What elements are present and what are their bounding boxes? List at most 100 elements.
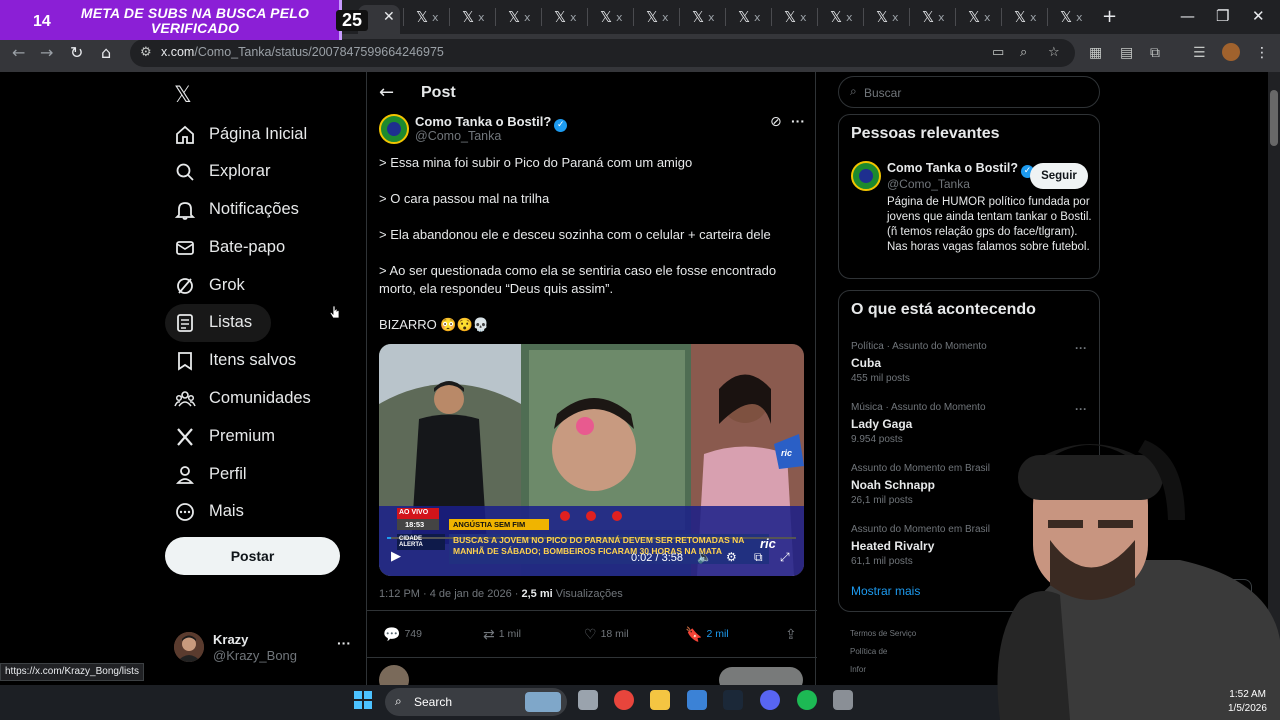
x-tab[interactable]: 𝕏x	[403, 8, 447, 26]
sidebar-item-more-circle[interactable]: Mais	[165, 493, 385, 531]
footer-link[interactable]: Infor	[850, 665, 866, 674]
trend-name[interactable]: Cuba	[851, 356, 881, 370]
sidebar-item-communities[interactable]: Comunidades	[165, 380, 385, 418]
video-player[interactable]: AO VIVO 18:53 ANGÚSTIA SEM FIM CIDADE AL…	[379, 344, 804, 576]
file-explorer-icon[interactable]	[650, 690, 670, 710]
bookmark-button[interactable]: 🔖 2 mil	[685, 627, 729, 643]
relevant-avatar[interactable]	[851, 161, 881, 191]
home-nav-icon[interactable]: ⌂	[101, 43, 111, 62]
tab-close-icon[interactable]: ✕	[383, 9, 395, 25]
post-more-icon[interactable]: ···	[791, 113, 805, 129]
forward-nav-icon[interactable]: →	[40, 43, 53, 62]
taskbar-search[interactable]: ⌕ Search	[385, 688, 567, 716]
x-tab[interactable]: 𝕏x	[955, 8, 999, 26]
browser-menu-icon[interactable]: ⋮	[1255, 45, 1269, 61]
settings-app-icon[interactable]	[833, 690, 853, 710]
reply-submit-button[interactable]	[719, 667, 803, 685]
author-handle[interactable]: @Como_Tanka	[415, 129, 501, 143]
sidebar-item-search[interactable]: Explorar	[165, 153, 385, 191]
discord-icon[interactable]	[760, 690, 780, 710]
trend-name[interactable]: Noah Schnapp	[851, 478, 935, 492]
relevant-name[interactable]: Como Tanka o Bostil? ✓	[887, 161, 1035, 178]
x-tab[interactable]: 𝕏x	[541, 8, 585, 26]
reply-button[interactable]: 💬 749	[383, 627, 422, 643]
search-highlight-icon	[525, 692, 561, 712]
window-close-icon[interactable]: ✕	[1252, 7, 1265, 25]
x-tab[interactable]: 𝕏x	[587, 8, 631, 26]
star-icon[interactable]: ☆	[1048, 45, 1060, 60]
x-tab-label: x	[754, 11, 761, 24]
post-button[interactable]: Postar	[165, 537, 340, 575]
extension-icon[interactable]: ▤	[1120, 45, 1133, 61]
sidebar-item-bookmark[interactable]: Itens salvos	[165, 342, 385, 380]
windows-start-icon[interactable]	[353, 690, 373, 710]
search-input[interactable]: ⌕ Buscar	[838, 76, 1100, 108]
sidebar-item-mail[interactable]: Bate-papo	[165, 229, 385, 267]
x-tab[interactable]: 𝕏x	[725, 8, 769, 26]
extension-icon[interactable]: ▦	[1089, 45, 1102, 61]
store-icon[interactable]	[687, 690, 707, 710]
post-text-line: > Essa mina foi subir o Pico do Paraná c…	[379, 155, 693, 170]
reload-icon[interactable]: ↻	[70, 43, 83, 62]
grok-icon[interactable]: ⊘	[770, 114, 782, 130]
site-info-icon[interactable]: ⚙	[140, 45, 152, 60]
spotify-icon[interactable]	[797, 690, 817, 710]
x-logo[interactable]: 𝕏	[174, 83, 192, 108]
x-tab[interactable]: 𝕏x	[863, 8, 907, 26]
show-more-link[interactable]: Mostrar mais	[851, 584, 920, 598]
fullscreen-icon[interactable]: ⤢	[780, 550, 790, 565]
volume-icon[interactable]: 🔈	[697, 550, 712, 564]
sidebar-item-bell[interactable]: Notificações	[165, 191, 385, 229]
x-tab[interactable]: 𝕏x	[449, 8, 493, 26]
x-tab[interactable]: 𝕏x	[1001, 8, 1045, 26]
chrome-icon[interactable]	[614, 690, 634, 710]
task-view-icon[interactable]	[578, 690, 598, 710]
settings-icon[interactable]: ⚙	[726, 550, 737, 564]
back-arrow-icon[interactable]: ←	[379, 82, 394, 103]
minimize-icon[interactable]: —	[1180, 7, 1195, 25]
sidebar-item-x-premium[interactable]: Premium	[165, 418, 385, 456]
footer-link[interactable]: Termos de Serviço	[850, 629, 916, 638]
like-count: 18 mil	[600, 628, 629, 640]
back-nav-icon[interactable]: ←	[12, 43, 25, 62]
trend-name[interactable]: Heated Rivalry	[851, 539, 934, 553]
install-app-icon[interactable]: ▭	[992, 45, 1004, 60]
account-handle[interactable]: @Krazy_Bong	[213, 648, 297, 663]
new-tab-button[interactable]: +	[1102, 6, 1117, 27]
sidebar-item-person[interactable]: Perfil	[165, 456, 385, 494]
sidebar-item-grok[interactable]: Grok	[165, 267, 385, 305]
address-bar[interactable]: ⚙ x.com/Como_Tanka/status/20078475996642…	[130, 39, 1075, 67]
x-tab[interactable]: 𝕏x	[495, 8, 539, 26]
reading-list-icon[interactable]: ☰	[1193, 45, 1206, 61]
x-tab[interactable]: 𝕏x	[679, 8, 723, 26]
trend-name[interactable]: Lady Gaga	[851, 417, 912, 431]
x-tab[interactable]: 𝕏x	[909, 8, 953, 26]
repost-button[interactable]: ⇄ 1 mil	[483, 627, 521, 643]
scrollbar-thumb[interactable]	[1270, 90, 1278, 146]
x-tab[interactable]: 𝕏x	[633, 8, 677, 26]
play-icon[interactable]: ▶	[391, 549, 401, 564]
profile-avatar[interactable]	[1222, 43, 1240, 61]
account-name[interactable]: Krazy	[213, 632, 248, 647]
follow-button[interactable]: Seguir	[1030, 163, 1088, 189]
zoom-icon[interactable]: ⌕	[1020, 45, 1027, 60]
x-tab[interactable]: 𝕏x	[1047, 8, 1091, 26]
url-text[interactable]: x.com/Como_Tanka/status/2007847599664246…	[161, 45, 444, 59]
account-more-icon[interactable]: ···	[337, 635, 351, 651]
maximize-icon[interactable]: ❐	[1216, 7, 1229, 25]
like-button[interactable]: ♡ 18 mil	[584, 627, 629, 643]
sidebar-item-list[interactable]: Listas	[165, 304, 271, 342]
extensions-puzzle-icon[interactable]: ⧉	[1150, 45, 1160, 61]
x-tab[interactable]: 𝕏x	[817, 8, 861, 26]
sidebar-item-home[interactable]: Página Inicial	[165, 116, 385, 154]
x-tab[interactable]: 𝕏x	[771, 8, 815, 26]
relevant-handle[interactable]: @Como_Tanka	[887, 177, 970, 191]
share-icon[interactable]: ⇪	[785, 627, 801, 643]
footer-link[interactable]: Política de	[850, 647, 887, 656]
trend-more-icon[interactable]: ···	[1075, 341, 1087, 355]
taskbar-clock[interactable]: 1:52 AM 1/5/2026	[1228, 688, 1267, 716]
pip-icon[interactable]: ⧉	[754, 550, 763, 565]
avatar[interactable]	[174, 632, 204, 662]
steam-icon[interactable]	[723, 690, 743, 710]
author-avatar[interactable]	[379, 114, 409, 144]
